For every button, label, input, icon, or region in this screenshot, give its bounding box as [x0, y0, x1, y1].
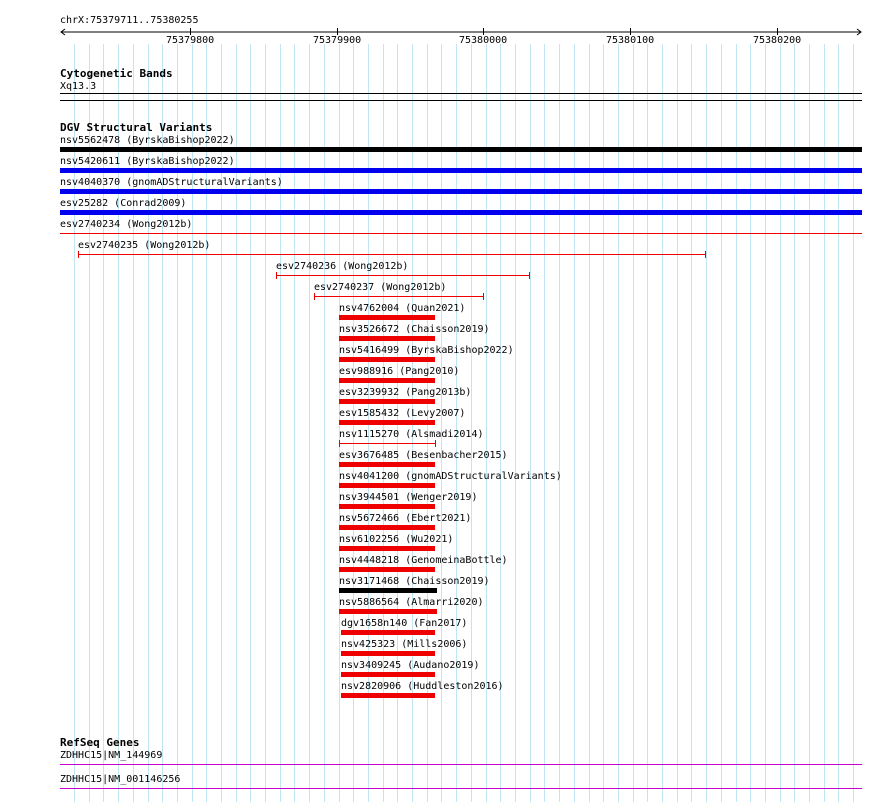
- ruler-tick: [483, 28, 484, 35]
- variant-label[interactable]: dgv1658n140 (Fan2017): [341, 618, 467, 629]
- variant-feature[interactable]: [339, 588, 437, 593]
- variant-label[interactable]: esv2740234 (Wong2012b): [60, 219, 192, 230]
- variant-label[interactable]: nsv5562478 (ByrskaBishop2022): [60, 135, 235, 146]
- ruler-tick: [777, 28, 778, 35]
- variant-endcap: [435, 440, 436, 447]
- variant-feature[interactable]: [339, 525, 435, 530]
- variant-label[interactable]: nsv425323 (Mills2006): [341, 639, 467, 650]
- variant-feature[interactable]: [339, 609, 437, 614]
- cytoband-track-title: Cytogenetic Bands: [60, 67, 173, 80]
- variant-label[interactable]: esv3676485 (Besenbacher2015): [339, 450, 508, 461]
- variant-label[interactable]: nsv5886564 (Almarri2020): [339, 597, 484, 608]
- variant-feature[interactable]: [276, 275, 529, 276]
- variant-feature[interactable]: [60, 210, 862, 215]
- cytoband-top-line: [60, 93, 862, 94]
- variant-endcap: [529, 272, 530, 279]
- variant-label[interactable]: esv25282 (Conrad2009): [60, 198, 186, 209]
- variant-label[interactable]: nsv5416499 (ByrskaBishop2022): [339, 345, 514, 356]
- variant-label[interactable]: nsv4448218 (GenomeinaBottle): [339, 555, 508, 566]
- variant-feature[interactable]: [339, 378, 435, 383]
- refseq-track-title: RefSeq Genes: [60, 736, 140, 749]
- ruler-tick: [190, 28, 191, 35]
- variant-feature[interactable]: [341, 672, 435, 677]
- variant-label[interactable]: nsv6102256 (Wu2021): [339, 534, 453, 545]
- variant-feature[interactable]: [314, 296, 483, 297]
- variant-feature[interactable]: [339, 399, 435, 404]
- gene-feature[interactable]: [60, 764, 862, 765]
- variant-label[interactable]: nsv4762004 (Quan2021): [339, 303, 465, 314]
- ruler-tick-label: 75380100: [606, 35, 655, 46]
- variant-feature[interactable]: [60, 189, 862, 194]
- variant-endcap: [339, 440, 340, 447]
- variant-feature[interactable]: [60, 168, 862, 173]
- gene-label[interactable]: ZDHHC15|NM_001146256: [60, 774, 180, 785]
- variant-feature[interactable]: [339, 462, 435, 467]
- ruler-tick-label: 75379800: [166, 35, 215, 46]
- ruler-tick: [630, 28, 631, 35]
- variant-label[interactable]: nsv1115270 (Alsmadi2014): [339, 429, 484, 440]
- variant-label[interactable]: esv1585432 (Levy2007): [339, 408, 465, 419]
- variant-feature[interactable]: [341, 693, 435, 698]
- ruler-tick-label: 75380000: [459, 35, 508, 46]
- variant-feature[interactable]: [339, 357, 435, 362]
- variant-label[interactable]: esv2740235 (Wong2012b): [78, 240, 210, 251]
- variant-feature[interactable]: [341, 651, 435, 656]
- variant-feature[interactable]: [78, 254, 705, 255]
- ruler-tick: [337, 28, 338, 35]
- variant-label[interactable]: nsv4041200 (gnomADStructuralVariants): [339, 471, 562, 482]
- variant-label[interactable]: nsv5420611 (ByrskaBishop2022): [60, 156, 235, 167]
- variant-feature[interactable]: [339, 336, 435, 341]
- variant-endcap: [483, 293, 484, 300]
- variant-feature[interactable]: [339, 546, 435, 551]
- ruler-tick-label: 75380200: [753, 35, 802, 46]
- cytoband-bottom-line: [60, 100, 862, 101]
- variant-label[interactable]: nsv3526672 (Chaisson2019): [339, 324, 490, 335]
- variant-feature[interactable]: [339, 420, 435, 425]
- variant-label[interactable]: esv2740236 (Wong2012b): [276, 261, 408, 272]
- variant-label[interactable]: esv988916 (Pang2010): [339, 366, 459, 377]
- variant-feature[interactable]: [339, 443, 435, 444]
- variant-label[interactable]: nsv4040370 (gnomADStructuralVariants): [60, 177, 283, 188]
- ruler-tick-label: 75379900: [313, 35, 362, 46]
- variant-label[interactable]: nsv3171468 (Chaisson2019): [339, 576, 490, 587]
- variant-endcap: [314, 293, 315, 300]
- variant-label[interactable]: esv3239932 (Pang2013b): [339, 387, 471, 398]
- variant-feature[interactable]: [339, 567, 435, 572]
- variant-endcap: [276, 272, 277, 279]
- variant-feature[interactable]: [339, 504, 435, 509]
- dgv-track-title: DGV Structural Variants: [60, 121, 213, 134]
- variant-label[interactable]: esv2740237 (Wong2012b): [314, 282, 446, 293]
- variant-feature[interactable]: [341, 630, 435, 635]
- variant-feature[interactable]: [60, 233, 862, 234]
- variant-label[interactable]: nsv5672466 (Ebert2021): [339, 513, 471, 524]
- variant-feature[interactable]: [339, 483, 435, 488]
- variant-feature[interactable]: [60, 147, 862, 152]
- variant-label[interactable]: nsv2820906 (Huddleston2016): [341, 681, 504, 692]
- variant-label[interactable]: nsv3944501 (Wenger2019): [339, 492, 477, 503]
- variant-label[interactable]: nsv3409245 (Audano2019): [341, 660, 479, 671]
- variant-feature[interactable]: [339, 315, 435, 320]
- cytoband-label: Xq13.3: [60, 81, 97, 92]
- variant-endcap: [78, 251, 79, 258]
- variant-endcap: [705, 251, 706, 258]
- gene-label[interactable]: ZDHHC15|NM_144969: [60, 750, 162, 761]
- gene-feature[interactable]: [60, 788, 862, 789]
